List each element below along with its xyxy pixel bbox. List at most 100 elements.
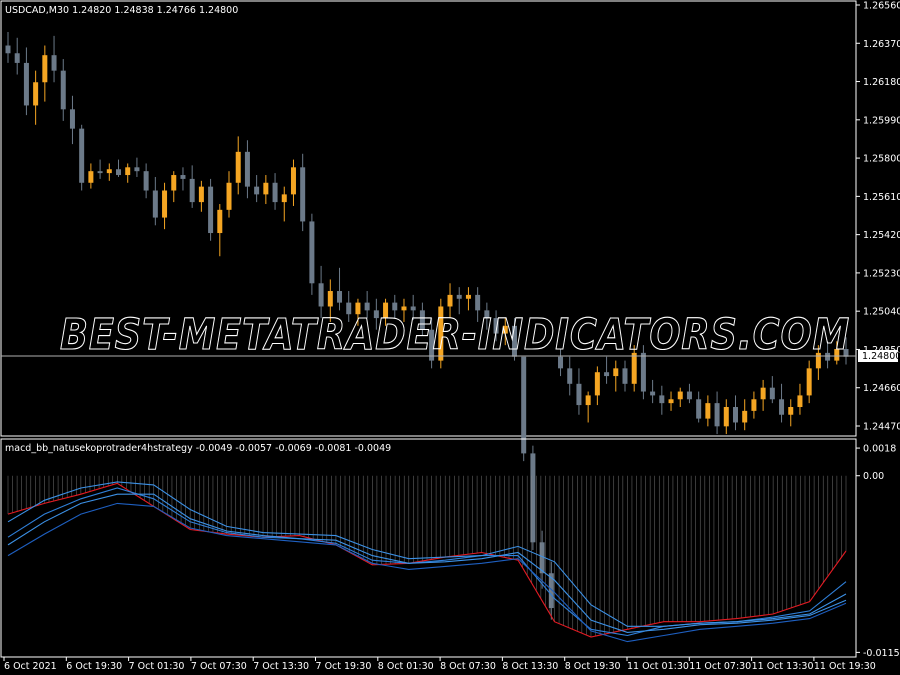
- time-tick-label: 7 Oct 07:30: [191, 661, 247, 672]
- candle-body: [97, 171, 103, 174]
- candle-body: [742, 410, 748, 423]
- price-tick-label: 1.25800: [863, 154, 900, 165]
- macd-histogram: [7, 475, 847, 638]
- price-tick-label: 1.25230: [863, 268, 900, 279]
- candle-body: [668, 399, 674, 404]
- candle-body: [567, 368, 573, 384]
- symbol-title: USDCAD,M30 1.24820 1.24838 1.24766 1.248…: [5, 5, 238, 16]
- price-tick-label: 1.26180: [863, 77, 900, 88]
- candle-body: [180, 175, 186, 179]
- candle-body: [106, 169, 112, 174]
- time-tick-label: 7 Oct 01:30: [129, 661, 185, 672]
- candle-body: [659, 395, 665, 404]
- time-tick-label: 11 Oct 01:30: [627, 661, 689, 672]
- candle-body: [244, 151, 250, 187]
- candle-body: [281, 194, 287, 203]
- candle-body: [143, 171, 149, 191]
- candle-body: [152, 190, 158, 218]
- price-tick-label: 1.25420: [863, 230, 900, 241]
- candle-body: [309, 221, 315, 284]
- candle-body: [677, 391, 683, 400]
- candle-body: [465, 294, 471, 299]
- candle-body: [714, 403, 720, 427]
- candle-body: [723, 407, 729, 427]
- candle-body: [69, 109, 75, 129]
- price-tick-label: 1.24660: [863, 383, 900, 394]
- candle-body: [696, 399, 702, 419]
- indicator-tick-label: 0.0018: [863, 444, 896, 455]
- candle-body: [530, 453, 536, 543]
- time-tick-label: 7 Oct 19:30: [316, 661, 372, 672]
- price-tick-label: 1.24470: [863, 422, 900, 433]
- indicator-tick-label: 0.00: [863, 471, 884, 482]
- candle-body: [235, 151, 241, 183]
- candle-body: [751, 399, 757, 411]
- candle-body: [732, 407, 738, 423]
- price-tick-label: 1.25990: [863, 115, 900, 126]
- candle-body: [125, 167, 131, 176]
- candle-body: [797, 395, 803, 408]
- candle-body: [686, 391, 692, 400]
- candle-body: [576, 383, 582, 406]
- candle-body: [23, 62, 29, 106]
- time-tick-label: 11 Oct 07:30: [689, 661, 751, 672]
- candle-body: [60, 70, 66, 110]
- candle-body: [226, 182, 232, 210]
- candle-body: [300, 167, 306, 222]
- candle-body: [760, 387, 766, 400]
- time-tick-label: 8 Oct 07:30: [440, 661, 496, 672]
- indicator-axis: 0.0018 0.00 -0.0115: [856, 444, 900, 659]
- candle-body: [779, 399, 785, 415]
- candle-body: [5, 45, 11, 54]
- time-tick-label: 8 Oct 19:30: [565, 661, 621, 672]
- time-tick-label: 6 Oct 2021: [4, 661, 57, 672]
- price-tick-label: 1.26560: [863, 1, 900, 12]
- indicator-panel[interactable]: macd_bb_natusekoprotrader4hstrategy -0.0…: [0, 438, 900, 659]
- time-tick-label: 11 Oct 19:30: [814, 661, 876, 672]
- trading-chart[interactable]: USDCAD,M30 1.24820 1.24838 1.24766 1.248…: [0, 0, 900, 675]
- candle-body: [475, 294, 481, 311]
- candle-body: [705, 403, 711, 419]
- time-tick-label: 7 Oct 13:30: [253, 661, 309, 672]
- candle-body: [116, 169, 122, 176]
- candle-body: [318, 283, 324, 307]
- candle-body: [198, 186, 204, 203]
- candle-body: [79, 128, 85, 183]
- candle-body: [189, 178, 195, 203]
- time-axis: 6 Oct 2021 6 Oct 19:30 7 Oct 01:30 7 Oct 07…: [3, 657, 876, 672]
- candle-body: [594, 372, 600, 396]
- candle-body: [613, 368, 619, 377]
- time-tick-label: 11 Oct 13:30: [752, 661, 814, 672]
- time-tick-label: 8 Oct 13:30: [502, 661, 558, 672]
- price-tick-label: 1.25040: [863, 307, 900, 318]
- candle-body: [171, 175, 177, 191]
- candle-body: [162, 190, 168, 218]
- candle-body: [208, 186, 214, 234]
- candle-body: [456, 294, 462, 299]
- candle-body: [622, 368, 628, 384]
- candle-body: [806, 368, 812, 396]
- candle-body: [769, 387, 775, 400]
- candle-body: [788, 407, 794, 415]
- candle-body: [88, 171, 94, 183]
- indicator-tick-label: -0.0115: [863, 648, 900, 659]
- candle-body: [263, 182, 269, 195]
- candle-body: [447, 294, 453, 307]
- price-tick-label: 1.25610: [863, 192, 900, 203]
- candle-body: [604, 372, 610, 377]
- candle-body: [42, 55, 48, 83]
- candle-body: [51, 55, 57, 71]
- candle-body: [585, 395, 591, 406]
- candle-body: [14, 53, 20, 63]
- candle-body: [650, 391, 656, 396]
- price-tick-label: 1.26370: [863, 39, 900, 50]
- candle-body: [217, 209, 223, 234]
- indicator-title: macd_bb_natusekoprotrader4hstrategy -0.0…: [5, 443, 391, 454]
- time-tick-label: 6 Oct 19:30: [66, 661, 122, 672]
- candle-body: [254, 186, 260, 195]
- candle-body: [272, 182, 278, 203]
- candle-body: [290, 167, 296, 195]
- candle-body: [134, 167, 140, 172]
- watermark: BEST-METATRADER-INDICATORS.COM: [60, 310, 850, 360]
- price-axis: 1.26560 1.26370 1.26180 1.25990 1.25800 1.256…: [856, 1, 900, 433]
